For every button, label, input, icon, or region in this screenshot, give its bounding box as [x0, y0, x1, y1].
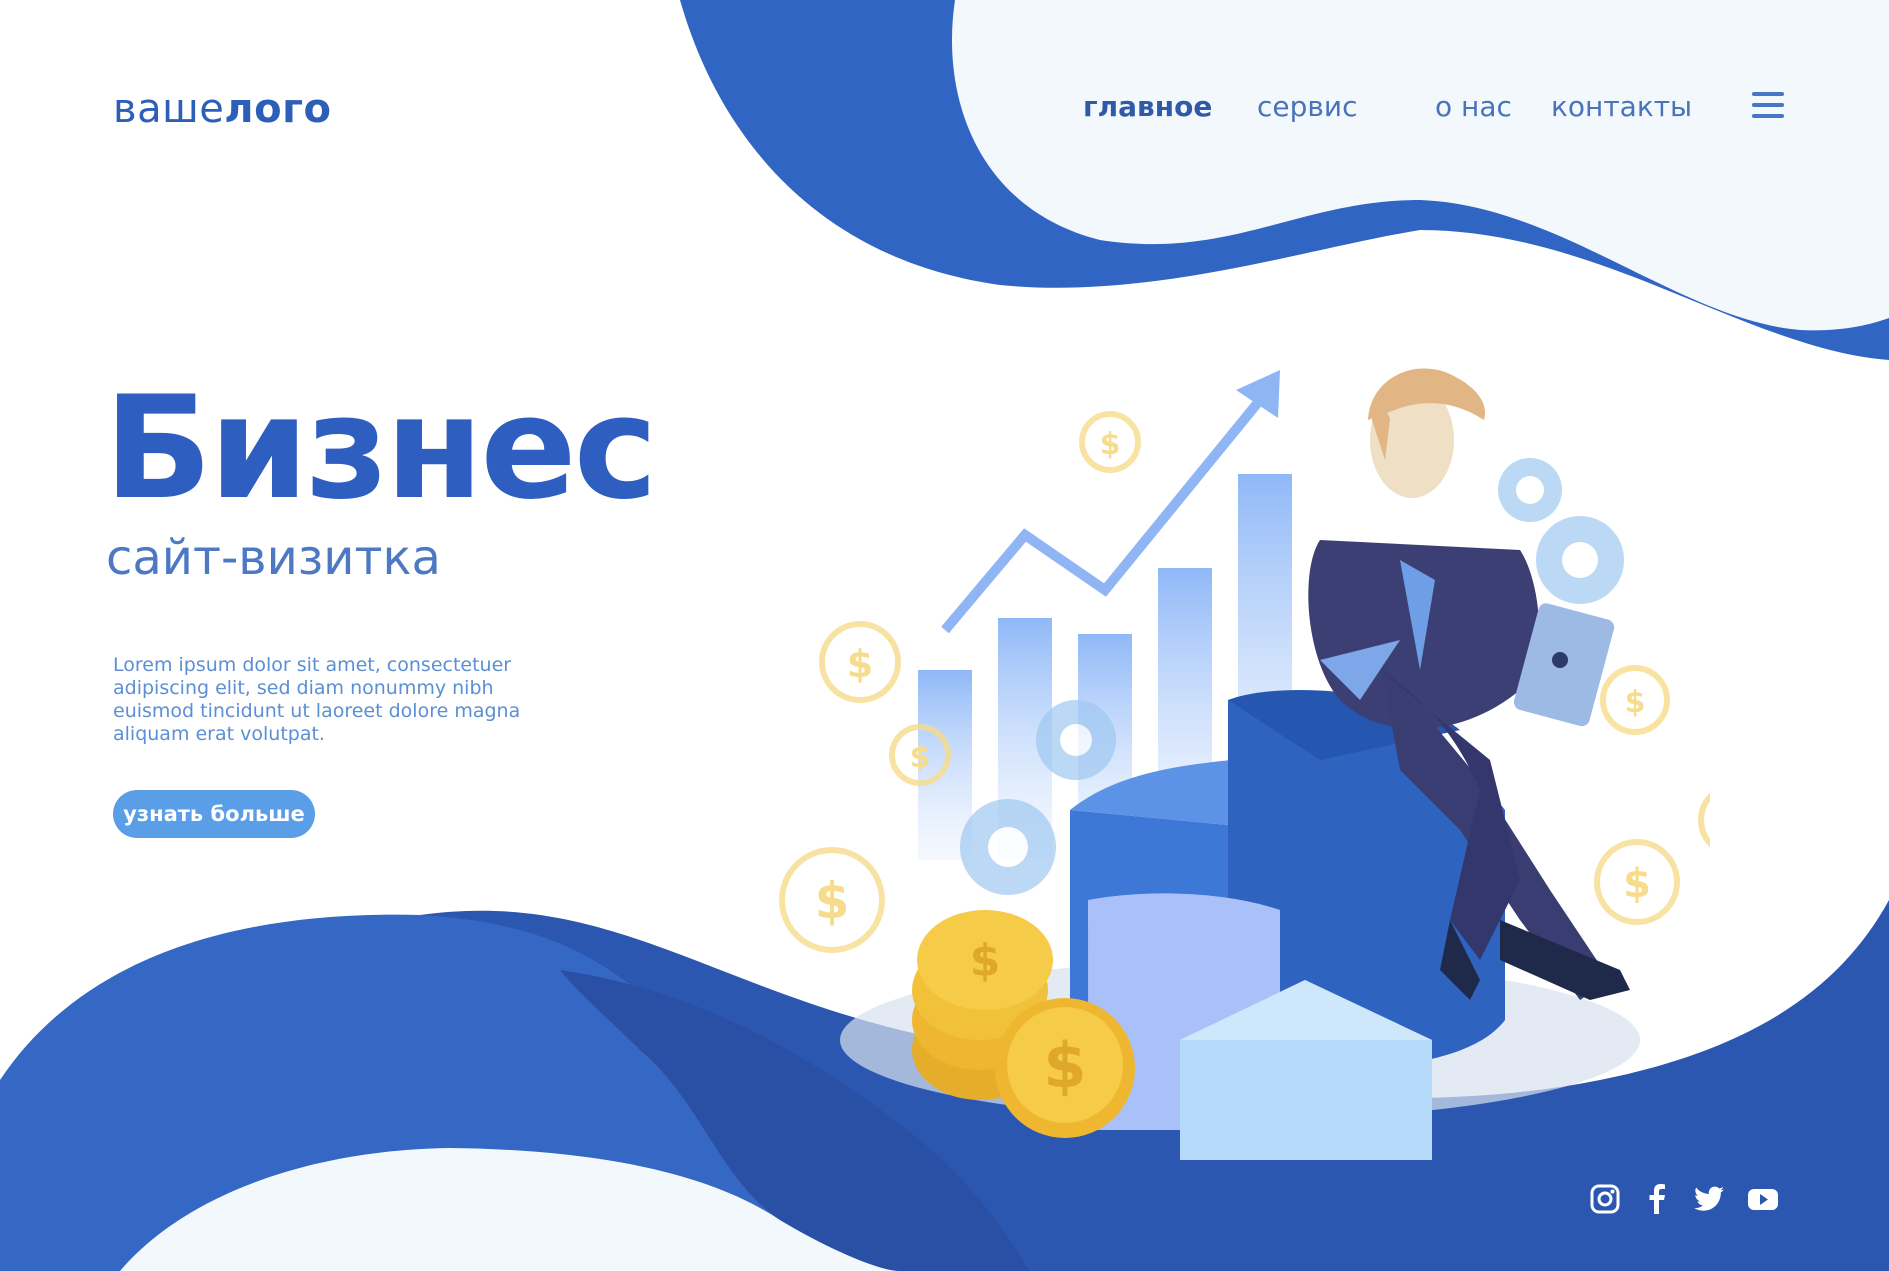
- svg-text:$: $: [1043, 1029, 1086, 1102]
- business-illustration: $ $ $ $ $ $ $ $: [779, 368, 1710, 1160]
- svg-text:$: $: [815, 872, 850, 930]
- hero-description: Lorem ipsum dolor sit amet, consectetuer…: [113, 654, 521, 745]
- facebook-icon[interactable]: [1640, 1182, 1674, 1216]
- svg-text:$: $: [970, 935, 1001, 986]
- hero-title: Бизнес: [104, 366, 658, 531]
- social-links: [1588, 1182, 1788, 1218]
- nav-home[interactable]: главное: [1083, 90, 1212, 123]
- logo-bold: лого: [224, 86, 332, 132]
- youtube-icon[interactable]: [1746, 1182, 1780, 1216]
- nav-about[interactable]: о нас: [1435, 90, 1512, 123]
- instagram-icon[interactable]: [1588, 1182, 1622, 1216]
- learn-more-button[interactable]: узнать больше: [113, 790, 315, 838]
- svg-text:$: $: [1623, 861, 1651, 907]
- nav-service[interactable]: сервис: [1257, 90, 1358, 123]
- svg-text:$: $: [847, 642, 873, 686]
- logo[interactable]: вашелого: [113, 86, 331, 132]
- svg-text:$: $: [1100, 427, 1121, 462]
- svg-text:$: $: [910, 740, 931, 775]
- nav-contacts[interactable]: контакты: [1551, 90, 1692, 123]
- twitter-icon[interactable]: [1692, 1182, 1726, 1216]
- logo-light: ваше: [113, 86, 225, 132]
- hero-subtitle: сайт-визитка: [106, 530, 441, 586]
- menu-icon[interactable]: [1752, 92, 1784, 118]
- svg-text:$: $: [1625, 685, 1646, 720]
